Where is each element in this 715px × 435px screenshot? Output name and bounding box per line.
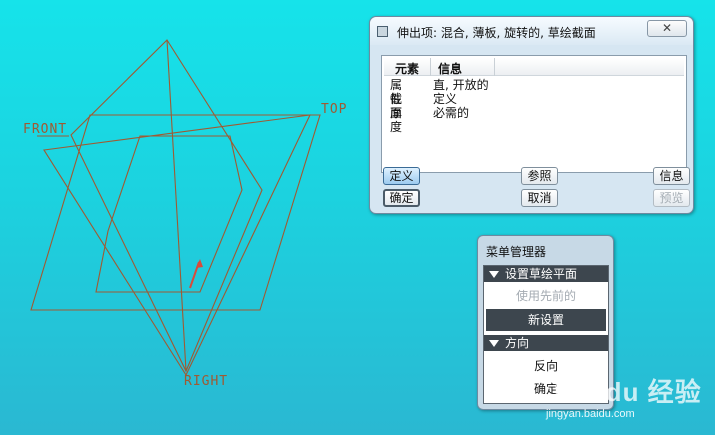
watermark-url: jingyan.baidu.com: [546, 408, 635, 420]
dialog-titlebar[interactable]: 伸出项: 混合, 薄板, 旋转的, 草绘截面 ✕: [370, 17, 693, 45]
close-button[interactable]: ✕: [647, 20, 687, 37]
element-info: 定义: [433, 92, 458, 106]
element-table[interactable]: 元素 信息 属性 直, 开放的 截面 定义 厚度 必需的: [381, 55, 687, 173]
element-info: 必需的: [433, 106, 470, 120]
info-button[interactable]: 信息: [653, 167, 690, 185]
preview-button[interactable]: 预览: [653, 189, 690, 207]
menu-section-setup-sketch-plane[interactable]: 设置草绘平面: [484, 266, 608, 282]
element-info: 直, 开放的: [433, 78, 489, 92]
menu-item-new-setup[interactable]: 新设置: [486, 309, 606, 331]
cancel-button[interactable]: 取消: [521, 189, 558, 207]
watermark-logo: Bai du 经验 jingyan.baidu.com: [546, 370, 706, 430]
direction-arrow-head: [196, 259, 203, 268]
right-plane-label: RIGHT: [184, 374, 229, 389]
menu-section-label: 设置草绘平面: [505, 267, 578, 281]
collapse-triangle-icon: [489, 271, 499, 278]
close-icon: ✕: [661, 21, 673, 35]
top-plane-line-a: [166, 39, 187, 372]
ok-button[interactable]: 确定: [383, 189, 420, 207]
feature-element-dialog: 伸出项: 混合, 薄板, 旋转的, 草绘截面 ✕ 元素 信息 属性 直, 开放的…: [369, 16, 694, 214]
column-divider: [494, 58, 495, 76]
watermark-text: Bai du 经验: [554, 377, 702, 407]
collapse-triangle-icon: [489, 340, 499, 347]
dialog-title: 伸出项: 混合, 薄板, 旋转的, 草绘截面: [397, 26, 596, 40]
element-name: 厚度: [390, 106, 403, 134]
column-header-info: 信息: [438, 62, 463, 76]
top-plane-label: TOP: [321, 102, 348, 117]
column-divider: [430, 58, 431, 76]
reference-button[interactable]: 参照: [521, 167, 558, 185]
define-button[interactable]: 定义: [383, 167, 420, 185]
table-header: 元素 信息: [384, 58, 684, 76]
menu-manager-title: 菜单管理器: [486, 245, 547, 259]
right-plane: [43, 114, 311, 377]
window-icon: [377, 26, 388, 37]
menu-section-label: 方向: [505, 336, 530, 350]
front-plane-label: FRONT: [23, 122, 68, 137]
front-plane-hex: [30, 114, 321, 311]
menu-item-use-previous[interactable]: 使用先前的: [484, 285, 608, 307]
inner-hex: [95, 135, 243, 293]
menu-section-direction[interactable]: 方向: [484, 335, 608, 351]
top-plane: [70, 39, 263, 373]
column-header-element: 元素: [395, 62, 420, 76]
